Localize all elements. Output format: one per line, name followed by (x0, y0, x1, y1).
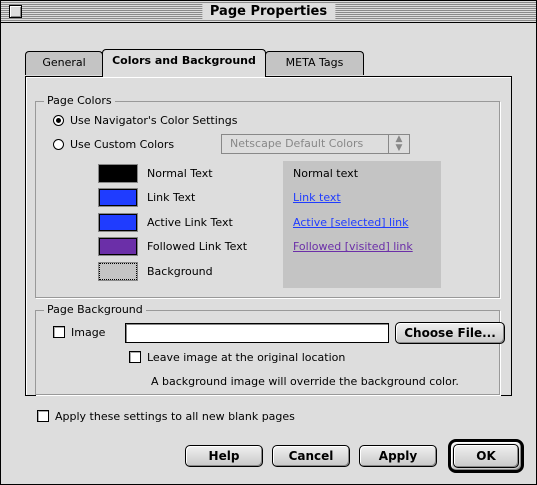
preview-link-text: Link text (293, 191, 341, 204)
tab-general[interactable]: General (25, 51, 103, 75)
image-checkbox[interactable] (53, 326, 65, 338)
leave-image-label: Leave image at the original location (147, 351, 346, 364)
background-image-path-field[interactable] (125, 323, 389, 343)
tab-meta-tags[interactable]: META Tags (265, 51, 364, 75)
active-link-text-color-swatch[interactable] (99, 214, 137, 231)
preview-active-link-text: Active [selected] link (293, 216, 409, 229)
choose-file-button[interactable]: Choose File... (395, 322, 505, 344)
background-label: Background (147, 265, 213, 278)
background-image-note: A background image will override the bac… (151, 375, 459, 388)
normal-text-color-swatch[interactable] (99, 165, 137, 182)
page-background-group-label: Page Background (44, 303, 146, 317)
followed-link-text-label: Followed Link Text (147, 240, 248, 253)
leave-image-option[interactable]: Leave image at the original location (129, 351, 345, 365)
preview-normal-text: Normal text (293, 167, 359, 180)
close-box-icon[interactable] (9, 5, 22, 18)
preview-followed-link-text: Followed [visited] link (293, 240, 413, 253)
image-option[interactable]: Image (53, 326, 105, 340)
use-custom-radio[interactable] (53, 139, 64, 150)
title-bar[interactable]: Page Properties (1, 1, 536, 23)
use-custom-label: Use Custom Colors (70, 138, 175, 151)
use-navigator-label: Use Navigator's Color Settings (70, 114, 238, 127)
use-navigator-colors-option[interactable]: Use Navigator's Color Settings (53, 114, 237, 128)
cancel-button[interactable]: Cancel (272, 445, 350, 467)
page-colors-group-label: Page Colors (44, 94, 115, 108)
normal-text-label: Normal Text (147, 167, 213, 180)
color-preset-popup[interactable]: Netscape Default Colors ▲ ▼ (221, 134, 410, 154)
window-title: Page Properties (201, 3, 336, 20)
link-text-label: Link Text (147, 191, 196, 204)
followed-link-text-color-swatch[interactable] (99, 238, 137, 255)
ok-button[interactable]: OK (453, 444, 519, 468)
apply-button[interactable]: Apply (359, 445, 437, 467)
link-text-color-swatch[interactable] (99, 189, 137, 206)
help-button[interactable]: Help (185, 445, 263, 467)
leave-image-checkbox[interactable] (129, 351, 141, 363)
page-properties-dialog: Page Properties General Colors and Backg… (0, 0, 537, 485)
use-custom-colors-option[interactable]: Use Custom Colors (53, 138, 174, 152)
color-preview-panel: Normal text Link text Active [selected] … (283, 161, 441, 288)
background-color-swatch[interactable] (99, 263, 137, 280)
use-navigator-radio[interactable] (53, 115, 64, 126)
color-preset-value: Netscape Default Colors (230, 137, 364, 150)
apply-to-all-label: Apply these settings to all new blank pa… (55, 410, 295, 423)
image-label: Image (71, 326, 106, 339)
tab-colors-and-background[interactable]: Colors and Background (102, 49, 266, 77)
active-link-text-label: Active Link Text (147, 216, 233, 229)
apply-to-all-option[interactable]: Apply these settings to all new blank pa… (37, 410, 295, 424)
apply-to-all-checkbox[interactable] (37, 410, 49, 422)
popup-arrows-icon: ▲ ▼ (388, 135, 409, 153)
